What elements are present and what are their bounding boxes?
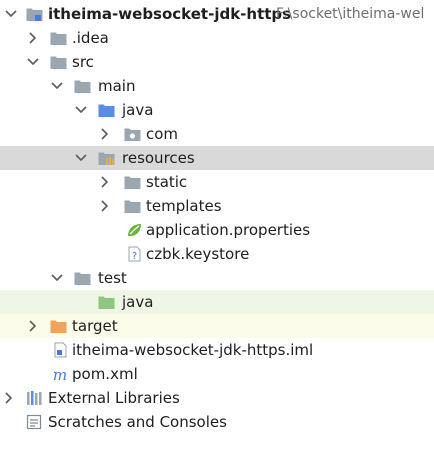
chevron-down-icon[interactable] bbox=[4, 2, 18, 26]
chevron-right-icon[interactable] bbox=[26, 26, 40, 50]
tree-label-test: test bbox=[98, 269, 127, 287]
tree-label-main-java: java bbox=[122, 101, 154, 119]
package-icon bbox=[124, 128, 141, 141]
tree-row-iml[interactable]: itheima-websocket-jdk-https.iml bbox=[0, 338, 434, 362]
tree-row-main[interactable]: main bbox=[0, 74, 434, 98]
tree-row-com[interactable]: com bbox=[0, 122, 434, 146]
source-folder-icon bbox=[98, 104, 115, 117]
tree-label-idea: .idea bbox=[72, 29, 109, 47]
tree-row-test-java[interactable]: java bbox=[0, 290, 434, 314]
project-path: F:\socket\itheima-wel bbox=[276, 6, 425, 22]
spring-properties-icon bbox=[128, 224, 141, 236]
tree-row-target[interactable]: target bbox=[0, 314, 434, 338]
tree-label-external-libraries: External Libraries bbox=[48, 389, 180, 407]
tree-row-keystore[interactable]: ? czbk.keystore bbox=[0, 242, 434, 266]
tree-row-idea[interactable]: .idea bbox=[0, 26, 434, 50]
libraries-icon bbox=[27, 391, 42, 405]
tree-row-pom[interactable]: m pom.xml bbox=[0, 362, 434, 386]
maven-icon: m bbox=[53, 366, 67, 382]
tree-label-src: src bbox=[72, 53, 94, 71]
module-file-icon bbox=[54, 342, 67, 358]
tree-label-pom: pom.xml bbox=[72, 365, 138, 383]
tree-label-main: main bbox=[98, 77, 136, 95]
folder-icon bbox=[74, 272, 91, 285]
tree-label-application-properties: application.properties bbox=[146, 221, 311, 239]
unknown-file-icon: ? bbox=[128, 246, 141, 262]
test-source-folder-icon bbox=[98, 296, 115, 309]
chevron-right-icon[interactable] bbox=[98, 170, 112, 194]
chevron-down-icon[interactable] bbox=[74, 146, 88, 170]
tree-label-resources: resources bbox=[122, 149, 195, 167]
tree-row-test[interactable]: test bbox=[0, 266, 434, 290]
tree-label-com: com bbox=[146, 125, 179, 143]
tree-row-application-properties[interactable]: application.properties bbox=[0, 218, 434, 242]
tree-row-external-libraries[interactable]: External Libraries bbox=[0, 386, 434, 410]
project-name: itheima-websocket-jdk-https bbox=[48, 5, 292, 23]
chevron-down-icon[interactable] bbox=[26, 50, 40, 74]
svg-text:?: ? bbox=[132, 251, 137, 262]
tree-row-project-root[interactable]: itheima-websocket-jdk-https F:\socket\it… bbox=[0, 2, 434, 26]
chevron-right-icon[interactable] bbox=[98, 122, 112, 146]
folder-icon bbox=[50, 32, 67, 45]
chevron-right-icon[interactable] bbox=[2, 386, 16, 410]
folder-icon bbox=[74, 80, 91, 93]
excluded-folder-icon bbox=[50, 320, 67, 333]
tree-row-templates[interactable]: templates bbox=[0, 194, 434, 218]
tree-label-static: static bbox=[146, 173, 188, 191]
project-tree: itheima-websocket-jdk-https F:\socket\it… bbox=[0, 0, 434, 457]
scratches-icon bbox=[26, 414, 42, 430]
folder-icon bbox=[50, 56, 67, 69]
tree-row-src[interactable]: src bbox=[0, 50, 434, 74]
tree-row-scratches[interactable]: Scratches and Consoles bbox=[0, 410, 434, 434]
chevron-right-icon[interactable] bbox=[98, 194, 112, 218]
tree-label-iml: itheima-websocket-jdk-https.iml bbox=[72, 341, 314, 359]
folder-icon bbox=[124, 176, 141, 189]
chevron-down-icon[interactable] bbox=[74, 98, 88, 122]
tree-label-scratches: Scratches and Consoles bbox=[48, 413, 227, 431]
chevron-down-icon[interactable] bbox=[50, 74, 64, 98]
chevron-right-icon[interactable] bbox=[26, 314, 40, 338]
tree-label-test-java: java bbox=[122, 293, 154, 311]
tree-label-target: target bbox=[72, 317, 118, 335]
module-folder-icon bbox=[26, 8, 43, 21]
tree-row-resources[interactable]: resources bbox=[0, 146, 434, 170]
chevron-down-icon[interactable] bbox=[50, 266, 64, 290]
tree-row-main-java[interactable]: java bbox=[0, 98, 434, 122]
svg-text:m: m bbox=[53, 366, 67, 382]
tree-row-static[interactable]: static bbox=[0, 170, 434, 194]
folder-icon bbox=[124, 200, 141, 213]
tree-label-templates: templates bbox=[146, 197, 222, 215]
tree-label-keystore: czbk.keystore bbox=[146, 245, 250, 263]
resources-folder-icon bbox=[98, 152, 115, 165]
